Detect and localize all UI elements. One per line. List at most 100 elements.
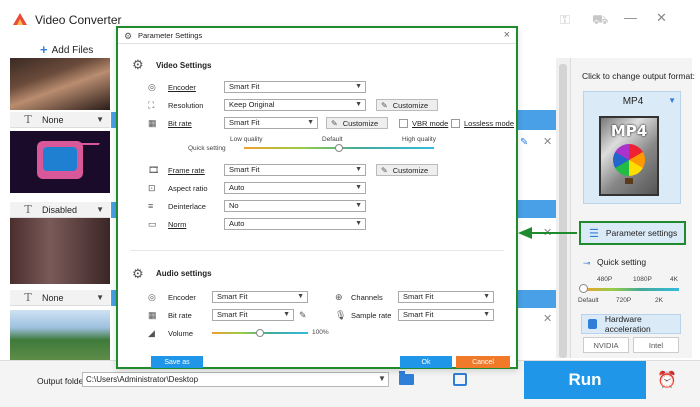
remove-icon[interactable]: ✕ [543, 135, 552, 148]
parameter-settings-dialog: ⚙ Parameter Settings × ⚙ Video Settings … [116, 26, 518, 369]
sample-rate-select[interactable]: Smart Fit ▼ [398, 309, 494, 321]
video-bitrate-select[interactable]: Smart Fit ▼ [224, 117, 318, 129]
minimize-icon[interactable]: — [624, 10, 637, 25]
parameter-settings-label: Parameter settings [605, 228, 678, 238]
close-icon[interactable]: × [504, 29, 510, 41]
run-button[interactable]: Run [524, 361, 646, 399]
settings-icon: ⚙ [124, 31, 133, 41]
intel-chip[interactable]: Intel [633, 337, 679, 353]
chevron-down-icon: ▼ [668, 96, 676, 105]
video-thumbnail[interactable] [10, 218, 110, 284]
customize-label: Customize [392, 165, 429, 175]
app-logo-icon [13, 13, 27, 25]
chevron-down-icon: ▼ [355, 83, 362, 90]
norm-label[interactable]: Norm [168, 220, 186, 229]
save-as-button[interactable]: Save as [151, 356, 203, 368]
deinterlace-select[interactable]: No ▼ [224, 200, 366, 212]
sliders-icon: ☰ [589, 227, 599, 240]
select-value: Auto [229, 183, 245, 192]
bitrate-customize-button[interactable]: ✎ Customize [326, 117, 388, 129]
video-thumbnail[interactable] [10, 310, 110, 360]
quick-setting-thumb[interactable] [579, 284, 588, 293]
subtitle-select[interactable]: T None ▼ [10, 290, 110, 306]
subtitle-select[interactable]: T None ▼ [10, 112, 110, 128]
video-thumbnail[interactable] [10, 58, 110, 110]
volume-value: 100% [312, 329, 329, 336]
dialog-title: Parameter Settings [138, 31, 203, 40]
output-format-selector[interactable]: MP4 ▼ MP4 [583, 91, 681, 204]
bitrate-label[interactable]: Bit rate [168, 119, 192, 128]
close-icon[interactable]: ✕ [656, 10, 667, 26]
quick-tick: 1080P [633, 276, 652, 283]
quick-setting-slider[interactable] [583, 288, 679, 291]
quality-default-label: Default [322, 136, 343, 143]
select-value: Smart Fit [229, 118, 260, 127]
video-settings-icon: ⚙ [132, 57, 144, 72]
select-value: Smart Fit [403, 292, 434, 301]
norm-select[interactable]: Auto ▼ [224, 218, 366, 230]
select-value: Smart Fit [229, 82, 260, 91]
vbr-mode-label[interactable]: VBR mode [412, 119, 448, 128]
quality-low-label: Low quality [230, 136, 263, 143]
vbr-mode-checkbox[interactable] [399, 119, 408, 128]
video-thumbnail[interactable] [10, 131, 110, 193]
scrollbar-thumb[interactable] [559, 64, 567, 358]
edit-icon[interactable]: ✎ [520, 137, 528, 148]
key-icon[interactable]: ⚿ [560, 12, 570, 28]
subtitle-value: None [42, 292, 64, 303]
channels-select[interactable]: Smart Fit ▼ [398, 291, 494, 303]
format-art-text: MP4 [610, 122, 648, 140]
lossless-mode-label[interactable]: Lossless mode [464, 119, 514, 128]
quick-tick: Default [578, 297, 599, 304]
media-output-icon[interactable] [453, 373, 467, 386]
resolution-icon: ⛶ [148, 100, 155, 110]
quality-slider-thumb[interactable] [335, 144, 343, 152]
select-value: Smart Fit [403, 310, 434, 319]
add-files-label: Add Files [51, 45, 94, 56]
cancel-button[interactable]: Cancel [456, 356, 510, 368]
volume-slider-thumb[interactable] [256, 329, 264, 337]
ok-button[interactable]: Ok [400, 356, 452, 368]
plus-icon: + [40, 42, 48, 57]
framerate-label[interactable]: Frame rate [168, 166, 205, 175]
norm-icon: ▭ [148, 219, 157, 229]
video-encoder-select[interactable]: Smart Fit ▼ [224, 81, 366, 93]
nvidia-chip[interactable]: NVIDIA [583, 337, 629, 353]
remove-icon[interactable]: ✕ [543, 226, 552, 239]
pencil-icon[interactable]: ✎ [299, 310, 307, 321]
chevron-down-icon[interactable]: ▼ [378, 374, 386, 383]
alarm-clock-icon[interactable]: ⏰ [657, 370, 677, 390]
output-folder-field[interactable]: C:\Users\Administrator\Desktop [82, 372, 389, 387]
lossless-mode-checkbox[interactable] [451, 119, 460, 128]
hw-accel-label: Hardware acceleration [604, 314, 651, 334]
sample-rate-label: Sample rate [351, 311, 392, 320]
resolution-customize-button[interactable]: ✎ Customize [376, 99, 438, 111]
parameter-settings-button[interactable]: ☰ Parameter settings [579, 221, 686, 245]
hardware-acceleration-toggle[interactable]: Hardware acceleration [581, 314, 681, 334]
audio-bitrate-label: Bit rate [168, 311, 192, 320]
channels-label: Channels [351, 293, 383, 302]
chevron-down-icon: ▼ [355, 166, 362, 173]
text-icon: T [24, 113, 32, 126]
quick-setting-label: Quick setting [188, 145, 226, 152]
framerate-select[interactable]: Smart Fit ▼ [224, 164, 366, 176]
subtitle-select[interactable]: T Disabled ▼ [10, 202, 110, 218]
resolution-select[interactable]: Keep Original ▼ [224, 99, 366, 111]
encoder-label[interactable]: Encoder [168, 83, 196, 92]
framerate-customize-button[interactable]: ✎ Customize [376, 164, 438, 176]
cart-icon[interactable]: ⛟ [592, 12, 608, 30]
folder-icon[interactable] [399, 371, 414, 385]
remove-icon[interactable]: ✕ [543, 312, 552, 325]
app-title: Video Converter [35, 13, 122, 27]
subtitle-value: Disabled [42, 204, 78, 215]
select-value: No [229, 201, 239, 210]
select-value: Smart Fit [229, 165, 260, 174]
aspect-ratio-select[interactable]: Auto ▼ [224, 182, 366, 194]
deinterlace-icon: ≡ [148, 201, 154, 211]
audio-encoder-label: Encoder [168, 293, 196, 302]
audio-bitrate-select[interactable]: Smart Fit ▼ [212, 309, 294, 321]
quick-tick: 720P [616, 297, 632, 304]
chevron-down-icon: ▼ [355, 101, 362, 108]
audio-encoder-select[interactable]: Smart Fit ▼ [212, 291, 308, 303]
add-files-button[interactable]: + Add Files [40, 42, 93, 57]
